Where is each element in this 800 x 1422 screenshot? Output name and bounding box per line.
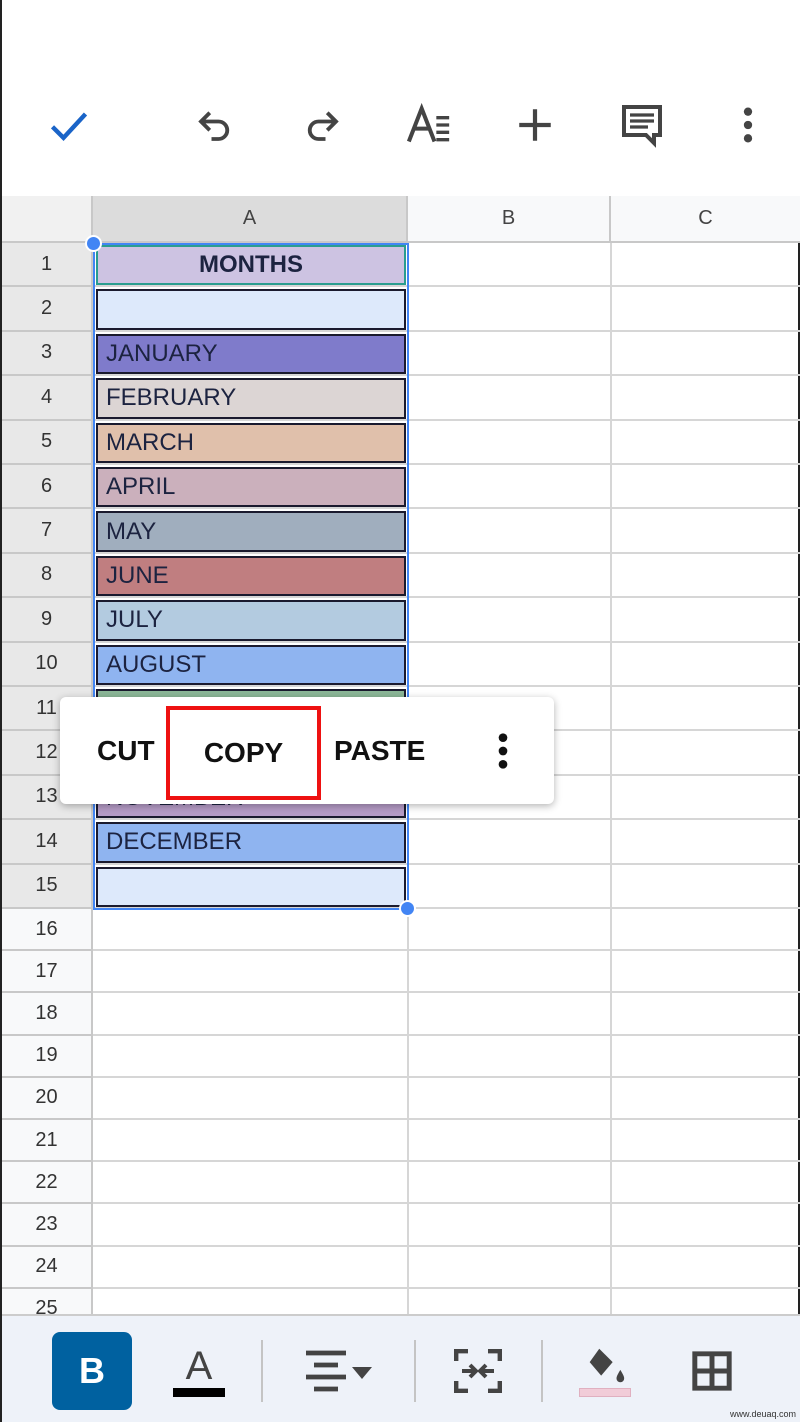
row-gridline (93, 991, 800, 994)
row-header[interactable]: 14 (2, 820, 93, 865)
row-header[interactable]: 2 (2, 287, 93, 332)
divider (261, 1340, 263, 1402)
row-gridline (93, 1118, 800, 1120)
row-header[interactable]: 9 (2, 598, 93, 643)
selection-handle-top[interactable] (85, 235, 102, 252)
column-header-c[interactable]: C (611, 196, 800, 243)
copy-button[interactable]: COPY (166, 706, 321, 800)
row-header[interactable]: 6 (2, 465, 93, 510)
row-gridline (93, 1160, 800, 1163)
more-vert-icon[interactable] (723, 100, 773, 150)
bold-button[interactable]: B (52, 1332, 132, 1410)
text-color-button[interactable]: A (159, 1332, 239, 1410)
add-icon[interactable] (510, 100, 560, 150)
paste-button[interactable]: PASTE (334, 697, 425, 804)
comment-icon[interactable] (617, 100, 667, 150)
row-gridline (93, 1286, 800, 1289)
row-header[interactable]: 17 (2, 951, 93, 994)
merge-cells-icon[interactable] (438, 1332, 518, 1410)
row-header[interactable]: 5 (2, 420, 93, 465)
format-toolbar: B A www.deuaq.com (2, 1314, 800, 1422)
column-header-b[interactable]: B (408, 196, 611, 243)
fill-color-swatch (579, 1387, 631, 1397)
cut-button[interactable]: CUT (97, 697, 155, 804)
row-header[interactable]: 16 (2, 909, 93, 952)
redo-icon[interactable] (297, 100, 347, 150)
column-gridline (610, 243, 612, 1315)
row-header[interactable]: 19 (2, 1035, 93, 1078)
fill-color-icon (589, 1348, 625, 1382)
text-color-swatch (173, 1387, 225, 1397)
column-header-a[interactable]: A (93, 196, 408, 243)
borders-icon[interactable] (672, 1332, 752, 1410)
select-all-corner[interactable] (2, 196, 93, 243)
top-toolbar (2, 0, 800, 196)
fill-color-button[interactable] (565, 1332, 645, 1410)
row-gridline (93, 949, 800, 952)
check-icon[interactable] (44, 100, 94, 150)
row-gridline (93, 1075, 800, 1078)
row-header[interactable]: 8 (2, 553, 93, 599)
row-gridline (93, 1244, 800, 1247)
divider (541, 1340, 543, 1402)
row-gridline (93, 1202, 800, 1205)
row-header[interactable]: 15 (2, 864, 93, 909)
row-header[interactable]: 21 (2, 1120, 93, 1163)
row-header[interactable]: 24 (2, 1246, 93, 1289)
selection-range (93, 243, 409, 910)
divider (414, 1340, 416, 1402)
row-header[interactable]: 3 (2, 331, 93, 377)
row-header[interactable]: 7 (2, 509, 93, 554)
row-header[interactable]: 20 (2, 1077, 93, 1120)
align-dropdown-icon[interactable] (300, 1332, 380, 1410)
row-header[interactable]: 1 (2, 243, 93, 288)
text-format-icon[interactable] (404, 100, 454, 150)
selection-handle-bottom[interactable] (399, 900, 416, 917)
watermark: www.deuaq.com (729, 1409, 796, 1419)
row-header[interactable]: 23 (2, 1204, 93, 1247)
text-color-icon: A (185, 1343, 213, 1388)
row-gridline (93, 1033, 800, 1036)
context-menu: CUT COPY PASTE (60, 697, 554, 804)
undo-icon[interactable] (190, 100, 240, 150)
more-options-icon[interactable] (493, 697, 513, 804)
row-header[interactable]: 22 (2, 1162, 93, 1205)
row-header[interactable]: 10 (2, 642, 93, 687)
row-header[interactable]: 18 (2, 993, 93, 1036)
row-header[interactable]: 4 (2, 376, 93, 421)
